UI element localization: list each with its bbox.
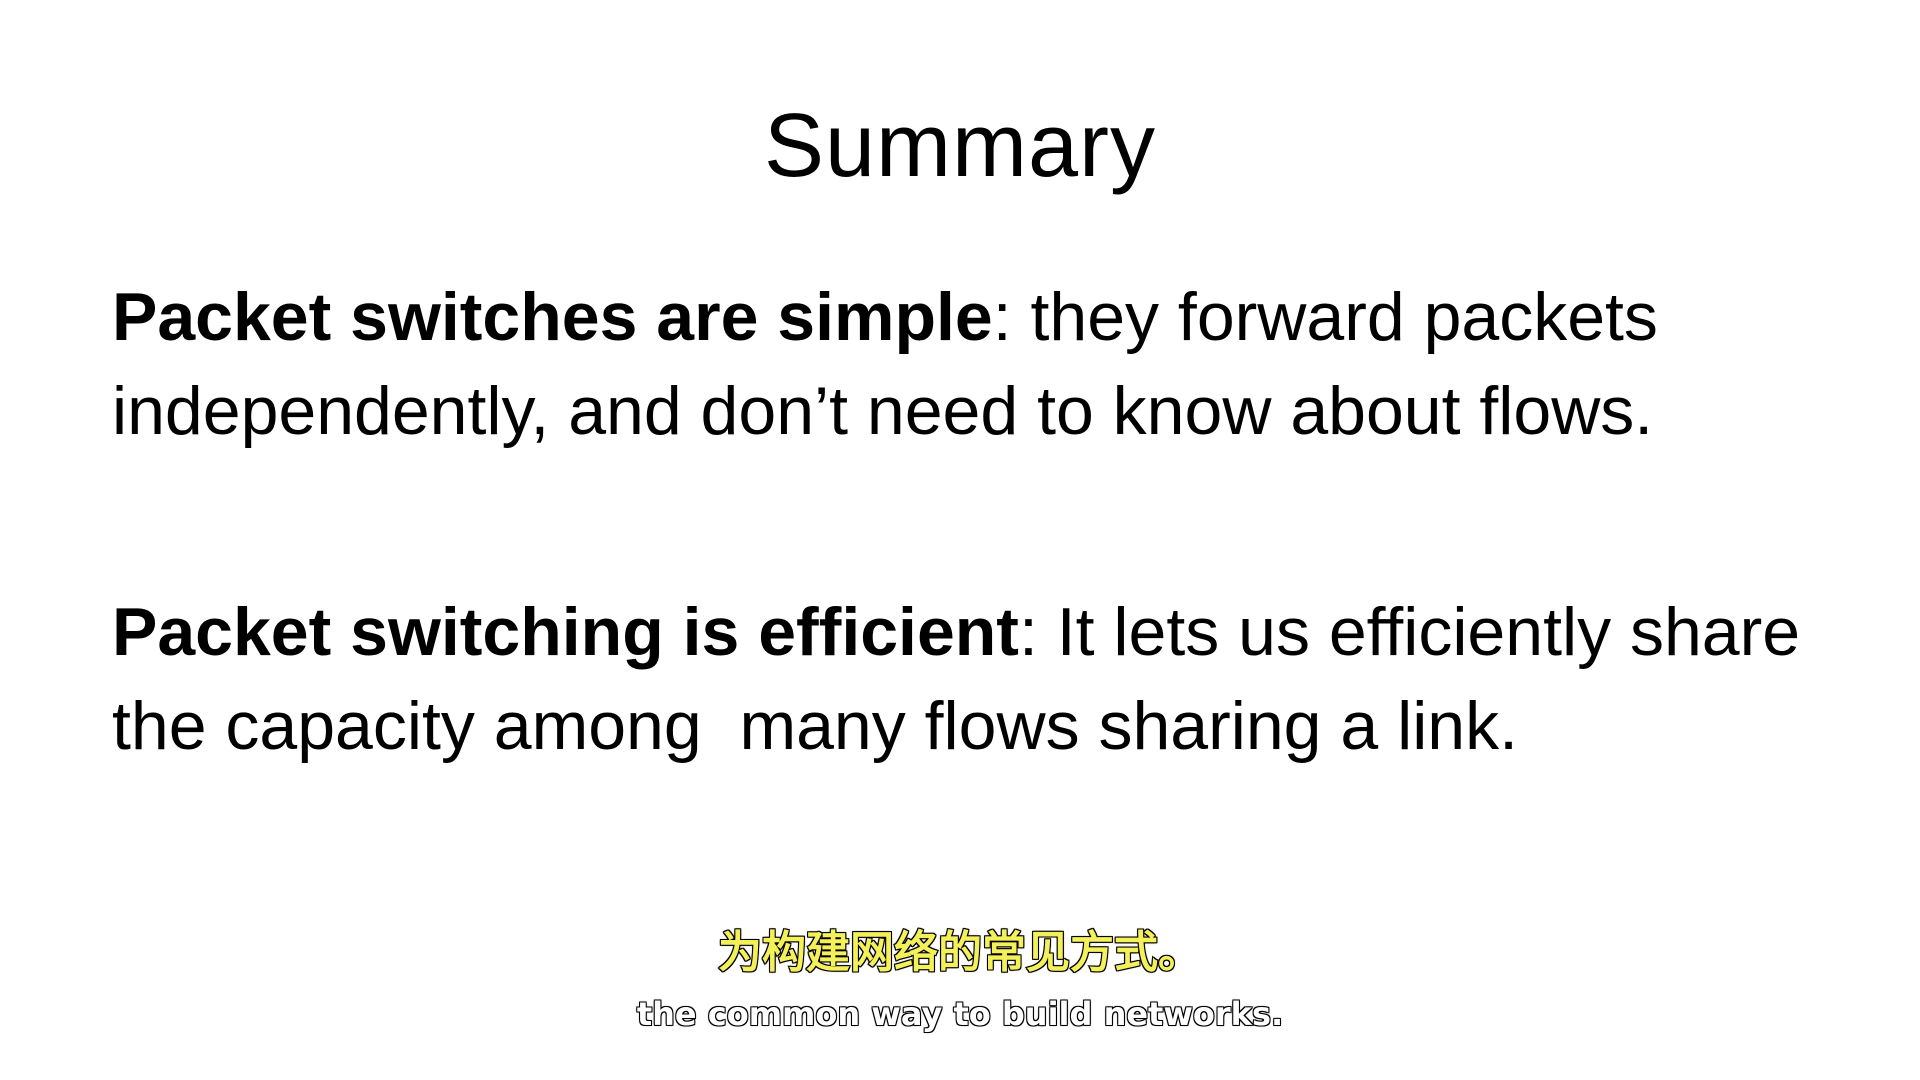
subtitle-english: the common way to build networks. [636,994,1284,1034]
summary-point-1: Packet switches are simple: they forward… [112,270,1832,458]
summary-point-2: Packet switching is efficient: It lets u… [112,585,1832,773]
slide-title: Summary [763,96,1157,196]
summary-point-2-lead: Packet switching is efficient [112,594,1019,670]
subtitle-chinese: 为构建网络的常见方式。 [717,926,1203,979]
slide: Summary Packet switches are simple: they… [0,0,1920,1080]
summary-point-1-lead: Packet switches are simple [112,279,993,355]
